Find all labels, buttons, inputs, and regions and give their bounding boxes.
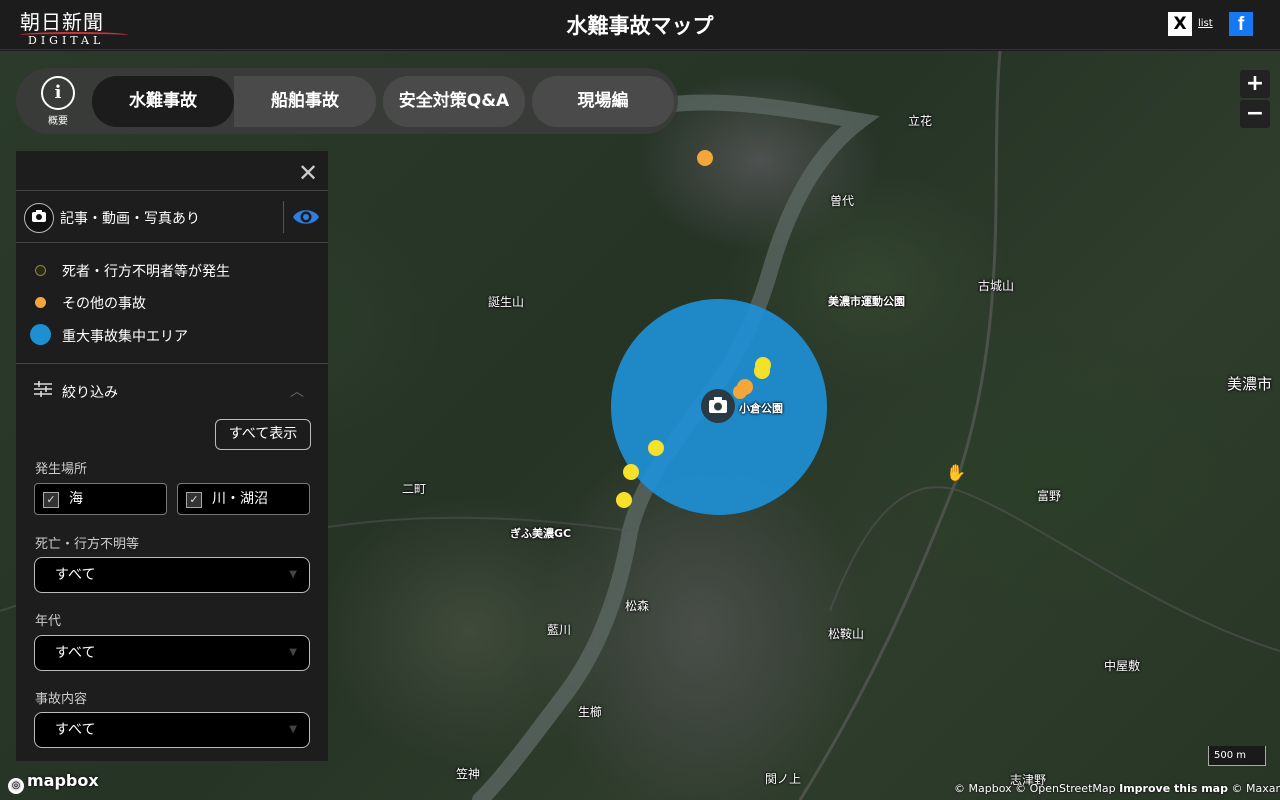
place-label: 美濃市 (1227, 375, 1273, 393)
place-label: 松森 (625, 599, 650, 613)
check-icon: ✓ (43, 492, 59, 508)
mapbox-icon: ◎ (8, 778, 24, 794)
chevron-down-icon: ▼ (289, 647, 297, 658)
chevron-up-icon[interactable]: ︿ (290, 381, 304, 401)
x-share-icon[interactable]: X (1168, 12, 1192, 36)
mapbox-text: mapbox (27, 771, 99, 790)
photo-filter-label: 記事・動画・写真あり (60, 211, 200, 227)
overview-button[interactable]: i 概要 (36, 76, 80, 127)
header: 朝日新聞 DIGITAL 水難事故マップ X list f (0, 0, 1280, 50)
zoom-in-button[interactable]: + (1240, 70, 1270, 98)
checkbox-label: 川・湖沼 (212, 491, 268, 507)
place-label: 笠神 (456, 767, 481, 781)
divider (16, 242, 328, 243)
eye-icon[interactable] (292, 206, 320, 228)
road (798, 51, 1002, 800)
tab-ship-accidents[interactable]: 船舶事故 (234, 76, 376, 127)
legend-dot-other (35, 297, 46, 308)
zoom-controls: + − (1240, 70, 1270, 130)
attribution-maxar[interactable]: © Maxar (1231, 782, 1280, 795)
camera-icon-lens (714, 402, 722, 411)
checkbox-label: 海 (69, 491, 83, 507)
accident-marker-other (697, 150, 713, 166)
close-icon[interactable]: ✕ (298, 159, 318, 187)
road (829, 486, 1280, 652)
era-select-value: すべて (55, 645, 96, 661)
place-label: 関ノ上 (765, 772, 802, 786)
improve-map-link[interactable]: Improve this map (1119, 782, 1228, 795)
legend-dot-death (35, 265, 46, 276)
place-label: 藍川 (547, 623, 572, 637)
place-label: 松鞍山 (828, 627, 865, 641)
scale-bar: 500 m (1208, 746, 1266, 766)
page-title: 水難事故マップ (566, 14, 714, 38)
tab-field-edition[interactable]: 現場編 (532, 76, 674, 127)
place-label: 二町 (402, 482, 427, 496)
accident-marker-other (733, 385, 747, 399)
show-all-button[interactable]: すべて表示 (215, 419, 311, 450)
death-select[interactable]: すべて ▼ (34, 557, 310, 593)
place-label: 生櫛 (578, 705, 603, 719)
place-label: 富野 (1037, 489, 1062, 503)
category-tabs: i 概要 水難事故 船舶事故 安全対策Q&A 現場編 (16, 68, 678, 134)
list-link[interactable]: list (1198, 18, 1213, 29)
place-label: 誕生山 (488, 295, 525, 309)
camera-icon-top (714, 397, 722, 401)
legend-label: その他の事故 (62, 296, 146, 312)
tab-safety-qa[interactable]: 安全対策Q&A (383, 76, 525, 127)
checkbox-river-lake[interactable]: ✓ 川・湖沼 (177, 483, 310, 515)
era-label: 年代 (35, 614, 62, 629)
accident-marker-minor (754, 363, 770, 379)
accident-marker-minor (648, 440, 664, 456)
content-select-value: すべて (55, 722, 96, 738)
place-label: 古城山 (978, 279, 1015, 293)
photo-filter-row[interactable]: 記事・動画・写真あり (16, 191, 328, 243)
chevron-down-icon: ▼ (289, 724, 297, 735)
zoom-out-button[interactable]: − (1240, 100, 1270, 128)
filter-title: 絞り込み (62, 385, 118, 401)
attribution-text[interactable]: © Mapbox © OpenStreetMap (954, 782, 1116, 795)
place-label: 立花 (908, 114, 933, 128)
legend-label: 重大事故集中エリア (62, 329, 188, 345)
camera-icon (24, 203, 54, 233)
checkbox-sea[interactable]: ✓ 海 (34, 483, 167, 515)
hand-cursor-icon: ✋ (946, 463, 966, 482)
legend-dot-cluster (30, 324, 51, 345)
tab-water-accidents[interactable]: 水難事故 (92, 76, 234, 127)
divider (16, 363, 328, 364)
place-label: 小倉公園 (739, 402, 783, 415)
accident-marker-minor (623, 464, 639, 480)
location-label: 発生場所 (35, 462, 88, 477)
era-select[interactable]: すべて ▼ (34, 635, 310, 671)
place-label: 曽代 (830, 194, 855, 208)
place-label: 中屋敷 (1104, 659, 1141, 673)
filter-header[interactable]: 絞り込み (34, 381, 118, 402)
legend-label: 死者・行方不明者等が発生 (62, 264, 230, 280)
facebook-share-icon[interactable]: f (1229, 12, 1253, 36)
place-label: 美濃市運動公園 (828, 295, 905, 308)
place-label: ぎふ美濃GC (510, 527, 572, 540)
divider (283, 201, 284, 233)
death-select-value: すべて (55, 567, 96, 583)
mapbox-logo[interactable]: ◎ mapbox (8, 771, 99, 794)
filter-panel: ✕ 記事・動画・写真あり 死者・行方不明者等が発生 その他の事故 重大事故集中エ… (16, 151, 328, 761)
content-select[interactable]: すべて ▼ (34, 712, 310, 748)
death-label: 死亡・行方不明等 (35, 537, 140, 552)
overview-label: 概要 (48, 116, 68, 127)
content-label: 事故内容 (35, 692, 88, 707)
info-icon: i (41, 76, 75, 110)
chevron-down-icon: ▼ (289, 569, 297, 580)
sliders-icon (34, 381, 52, 401)
accident-marker-minor (616, 492, 632, 508)
map-attribution: © Mapbox © OpenStreetMap Improve this ma… (954, 782, 1280, 795)
check-icon: ✓ (186, 492, 202, 508)
